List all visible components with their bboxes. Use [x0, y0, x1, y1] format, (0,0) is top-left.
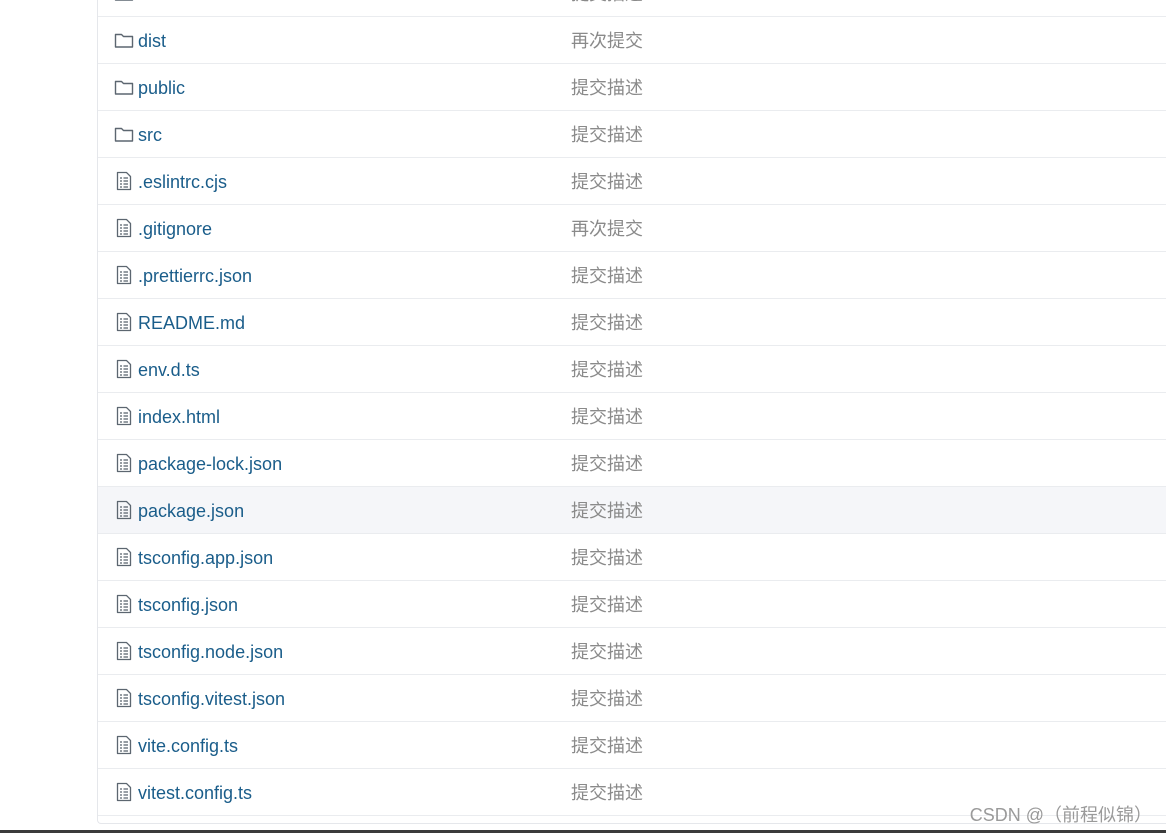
- commit-message-link[interactable]: 提交描述: [571, 641, 643, 663]
- file-list: node提交描述dist再次提交public提交描述src提交描述.eslint…: [97, 0, 1166, 824]
- commit-message-link[interactable]: 再次提交: [571, 30, 643, 52]
- commit-message-link[interactable]: 提交描述: [571, 688, 643, 710]
- file-name-link[interactable]: .eslintrc.cjs: [138, 171, 227, 193]
- commit-message-link[interactable]: 提交描述: [571, 77, 643, 99]
- commit-message-link[interactable]: 提交描述: [571, 312, 643, 334]
- file-row[interactable]: tsconfig.app.json 提交描述: [98, 534, 1166, 581]
- left-gutter: [0, 0, 97, 833]
- file-icon: [114, 265, 134, 285]
- file-name-link[interactable]: node: [138, 0, 178, 5]
- file-icon: [114, 782, 134, 802]
- file-icon: [114, 594, 134, 614]
- file-icon: [114, 312, 134, 332]
- file-name-link[interactable]: tsconfig.json: [138, 594, 238, 616]
- file-row[interactable]: tsconfig.json 提交描述: [98, 581, 1166, 628]
- file-name-link[interactable]: public: [138, 77, 185, 99]
- commit-message-link[interactable]: 提交描述: [571, 735, 643, 757]
- file-name-link[interactable]: tsconfig.app.json: [138, 547, 273, 569]
- file-name-link[interactable]: src: [138, 124, 162, 146]
- commit-message-link[interactable]: 提交描述: [571, 453, 643, 475]
- file-name-link[interactable]: .prettierrc.json: [138, 265, 252, 287]
- file-row[interactable]: tsconfig.node.json 提交描述: [98, 628, 1166, 675]
- file-row[interactable]: vite.config.ts 提交描述: [98, 722, 1166, 769]
- file-name-link[interactable]: index.html: [138, 406, 220, 428]
- commit-message-link[interactable]: 提交描述: [571, 359, 643, 381]
- file-row[interactable]: env.d.ts 提交描述: [98, 346, 1166, 393]
- file-name-link[interactable]: README.md: [138, 312, 245, 334]
- file-name-link[interactable]: .gitignore: [138, 218, 212, 240]
- file-name-link[interactable]: env.d.ts: [138, 359, 200, 381]
- commit-message-link[interactable]: 提交描述: [571, 265, 643, 287]
- file-row[interactable]: .prettierrc.json 提交描述: [98, 252, 1166, 299]
- file-icon: [114, 735, 134, 755]
- commit-message-link[interactable]: 提交描述: [571, 782, 643, 804]
- file-row[interactable]: .eslintrc.cjs 提交描述: [98, 158, 1166, 205]
- file-name-link[interactable]: package.json: [138, 500, 244, 522]
- file-row[interactable]: package-lock.json 提交描述: [98, 440, 1166, 487]
- commit-message-link[interactable]: 提交描述: [571, 547, 643, 569]
- file-icon: [114, 406, 134, 426]
- commit-message-link[interactable]: 再次提交: [571, 218, 643, 240]
- file-row[interactable]: src 提交描述: [98, 111, 1166, 158]
- page: node提交描述dist再次提交public提交描述src提交描述.eslint…: [0, 0, 1166, 833]
- commit-message-link[interactable]: 提交描述: [571, 500, 643, 522]
- file-name-link[interactable]: vitest.config.ts: [138, 782, 252, 804]
- file-row[interactable]: dist 再次提交: [98, 17, 1166, 64]
- file-name-link[interactable]: tsconfig.node.json: [138, 641, 283, 663]
- file-name-link[interactable]: dist: [138, 30, 166, 52]
- file-icon: [114, 359, 134, 379]
- file-name-link[interactable]: tsconfig.vitest.json: [138, 688, 285, 710]
- file-icon: [114, 218, 134, 238]
- file-icon: [114, 641, 134, 661]
- file-icon: [114, 171, 134, 191]
- commit-message-link[interactable]: 提交描述: [571, 0, 643, 5]
- file-icon: [114, 500, 134, 520]
- file-row[interactable]: README.md 提交描述: [98, 299, 1166, 346]
- file-name-link[interactable]: package-lock.json: [138, 453, 282, 475]
- folder-icon: [114, 30, 134, 50]
- commit-message-link[interactable]: 提交描述: [571, 594, 643, 616]
- file-icon: [114, 688, 134, 708]
- file-row[interactable]: package.json 提交描述: [98, 487, 1166, 534]
- commit-message-link[interactable]: 提交描述: [571, 124, 643, 146]
- file-icon: [114, 453, 134, 473]
- file-row[interactable]: .gitignore 再次提交: [98, 205, 1166, 252]
- file-row[interactable]: public 提交描述: [98, 64, 1166, 111]
- file-row[interactable]: tsconfig.vitest.json 提交描述: [98, 675, 1166, 722]
- commit-message-link[interactable]: 提交描述: [571, 171, 643, 193]
- folder-icon: [114, 124, 134, 144]
- file-row[interactable]: index.html 提交描述: [98, 393, 1166, 440]
- folder-icon: [114, 77, 134, 97]
- commit-message-link[interactable]: 提交描述: [571, 406, 643, 428]
- file-name-link[interactable]: vite.config.ts: [138, 735, 238, 757]
- folder-icon: [114, 0, 134, 3]
- file-row[interactable]: node 提交描述: [98, 0, 1166, 17]
- watermark: CSDN @（前程似锦）: [969, 805, 1152, 825]
- file-icon: [114, 547, 134, 567]
